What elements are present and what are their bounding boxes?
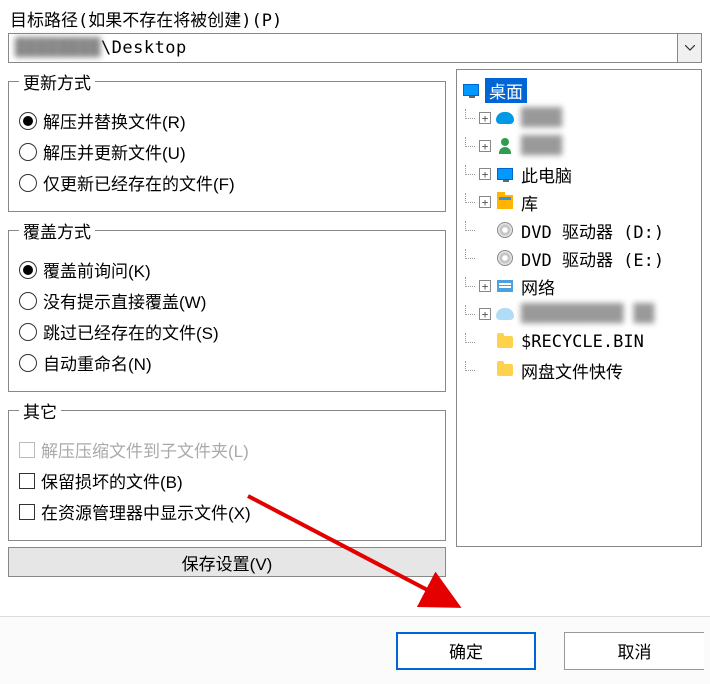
chevron-down-icon <box>685 45 695 51</box>
update-option[interactable]: 仅更新已经存在的文件(F) <box>19 170 435 195</box>
checkbox-icon <box>19 473 35 489</box>
path-combobox[interactable]: ████████\Desktop <box>8 33 702 63</box>
folder-icon <box>495 333 515 351</box>
expand-icon[interactable]: + <box>479 196 491 208</box>
expand-icon[interactable]: + <box>479 168 491 180</box>
tree-label: 网络 <box>519 274 557 299</box>
tree-node[interactable]: 网盘文件快传 <box>461 356 699 384</box>
radio-icon <box>19 323 37 341</box>
other-legend: 其它 <box>19 398 61 423</box>
overwrite-option[interactable]: 覆盖前询问(K) <box>19 257 435 282</box>
tree-connector <box>461 109 479 127</box>
tree-node[interactable]: + ████ <box>461 104 699 132</box>
update-option[interactable]: 解压并替换文件(R) <box>19 108 435 133</box>
tree-label: DVD 驱动器 (E:) <box>519 246 666 271</box>
radio-icon <box>19 112 37 130</box>
cloud-lite-icon <box>495 305 515 323</box>
tree-label: ██████████ ██ <box>519 304 656 324</box>
update-option[interactable]: 解压并更新文件(U) <box>19 139 435 164</box>
monitor-icon <box>461 81 481 99</box>
tree-connector <box>461 165 479 183</box>
save-settings-button[interactable]: 保存设置(V) <box>8 547 446 577</box>
monitor-icon <box>495 165 515 183</box>
tree-node[interactable]: DVD 驱动器 (D:) <box>461 216 699 244</box>
expand-icon[interactable]: + <box>479 280 491 292</box>
tree-label: 桌面 <box>485 78 527 103</box>
tree-node[interactable]: + ██████████ ██ <box>461 300 699 328</box>
net-icon <box>495 277 515 295</box>
checkbox-icon <box>19 442 35 458</box>
tree-label: ████ <box>519 108 564 128</box>
lib-icon <box>495 193 515 211</box>
tree-label: 此电脑 <box>519 162 574 187</box>
path-input[interactable]: ████████\Desktop <box>9 38 677 58</box>
overwrite-option[interactable]: 自动重命名(N) <box>19 350 435 375</box>
option-label: 没有提示直接覆盖(W) <box>43 288 206 313</box>
tree-label: 库 <box>519 190 540 215</box>
path-label: 目标路径(如果不存在将被创建)(P) <box>10 6 702 31</box>
cloud-icon <box>495 109 515 127</box>
option-label: 跳过已经存在的文件(S) <box>43 319 219 344</box>
expand-icon[interactable]: + <box>479 308 491 320</box>
person-icon <box>495 137 515 155</box>
other-option[interactable]: 在资源管理器中显示文件(X) <box>19 499 435 524</box>
expand-icon[interactable]: + <box>479 112 491 124</box>
update-mode-group: 更新方式 解压并替换文件(R) 解压并更新文件(U) 仅更新已经存在的文件(F) <box>8 69 446 212</box>
tree-node[interactable]: +库 <box>461 188 699 216</box>
tree-node[interactable]: + 网络 <box>461 272 699 300</box>
tree-connector <box>461 361 479 379</box>
radio-icon <box>19 261 37 279</box>
tree-connector <box>461 221 479 239</box>
option-label: 在资源管理器中显示文件(X) <box>41 499 251 524</box>
overwrite-mode-group: 覆盖方式 覆盖前询问(K) 没有提示直接覆盖(W) 跳过已经存在的文件(S) 自动重命… <box>8 218 446 392</box>
radio-icon <box>19 292 37 310</box>
expand-icon[interactable]: + <box>479 140 491 152</box>
tree-label: $RECYCLE.BIN <box>519 332 646 352</box>
tree-node[interactable]: + ████ <box>461 132 699 160</box>
tree-connector <box>461 333 479 351</box>
tree-label: 网盘文件快传 <box>519 358 625 383</box>
other-option: 解压压缩文件到子文件夹(L) <box>19 437 435 462</box>
overwrite-option[interactable]: 跳过已经存在的文件(S) <box>19 319 435 344</box>
tree-node[interactable]: DVD 驱动器 (E:) <box>461 244 699 272</box>
tree-connector <box>461 305 479 323</box>
tree-root[interactable]: 桌面 <box>461 76 699 104</box>
tree-node[interactable]: + 此电脑 <box>461 160 699 188</box>
update-mode-legend: 更新方式 <box>19 69 95 94</box>
option-label: 保留损坏的文件(B) <box>41 468 183 493</box>
option-label: 解压压缩文件到子文件夹(L) <box>41 437 249 462</box>
tree-connector <box>461 277 479 295</box>
folder-icon <box>495 361 515 379</box>
option-label: 解压并更新文件(U) <box>43 139 186 164</box>
cancel-button[interactable]: 取消 <box>564 632 704 670</box>
other-option[interactable]: 保留损坏的文件(B) <box>19 468 435 493</box>
folder-tree[interactable]: 桌面+████+████+此电脑+库DVD 驱动器 (D:)DVD 驱动器 (E… <box>456 69 702 547</box>
dvd-icon <box>495 249 515 267</box>
option-label: 自动重命名(N) <box>43 350 152 375</box>
tree-connector <box>461 193 479 211</box>
tree-label: DVD 驱动器 (D:) <box>519 218 666 243</box>
overwrite-option[interactable]: 没有提示直接覆盖(W) <box>19 288 435 313</box>
dialog-button-bar: 确定 取消 <box>0 616 710 684</box>
other-group: 其它 解压压缩文件到子文件夹(L) 保留损坏的文件(B) 在资源管理器中显示文件(X… <box>8 398 446 541</box>
tree-node[interactable]: $RECYCLE.BIN <box>461 328 699 356</box>
option-label: 覆盖前询问(K) <box>43 257 151 282</box>
option-label: 解压并替换文件(R) <box>43 108 186 133</box>
radio-icon <box>19 354 37 372</box>
ok-button[interactable]: 确定 <box>396 632 536 670</box>
tree-label: ████ <box>519 136 564 156</box>
overwrite-mode-legend: 覆盖方式 <box>19 218 95 243</box>
tree-connector <box>461 249 479 267</box>
option-label: 仅更新已经存在的文件(F) <box>43 170 235 195</box>
path-dropdown-button[interactable] <box>677 34 701 62</box>
radio-icon <box>19 143 37 161</box>
tree-connector <box>461 137 479 155</box>
radio-icon <box>19 174 37 192</box>
checkbox-icon <box>19 504 35 520</box>
dvd-icon <box>495 221 515 239</box>
